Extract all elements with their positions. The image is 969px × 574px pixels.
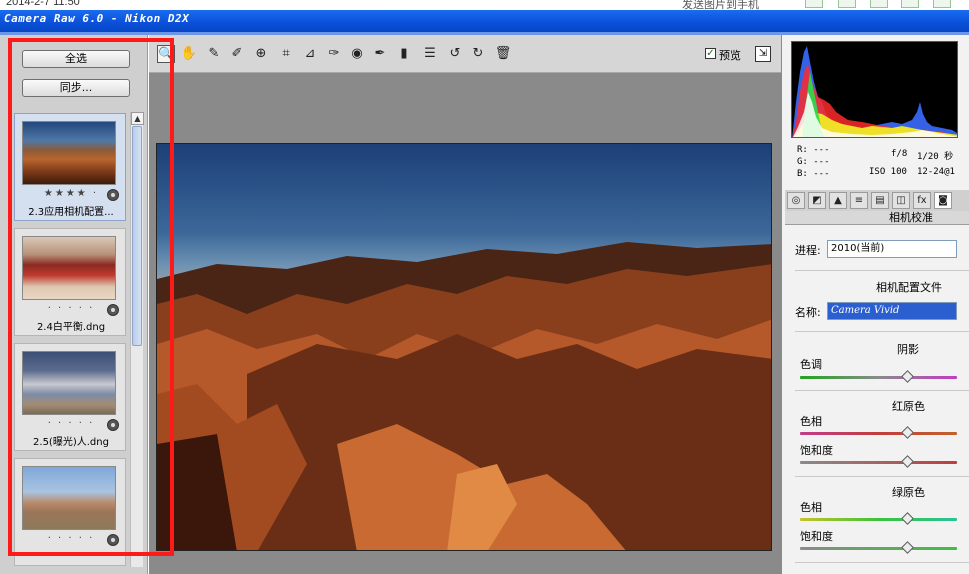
topstrip-button-5[interactable] (933, 0, 951, 8)
graduated-filter-icon[interactable]: ▮ (395, 45, 413, 63)
green-hue-label: 色相 (800, 501, 822, 514)
preferences-icon[interactable]: ☰ (421, 45, 439, 63)
effects-tab-icon[interactable]: fx (913, 192, 931, 209)
iso-value: ISO 100 (869, 167, 907, 177)
rotate-ccw-icon[interactable]: ↺ (446, 45, 464, 63)
main-photo (156, 143, 772, 551)
camera-calibration-tab-icon[interactable]: ◙ (934, 192, 952, 209)
readout-r: R: --- (797, 145, 830, 155)
topstrip-button-4[interactable] (901, 0, 919, 8)
detail-tab-icon[interactable]: ▲ (829, 192, 847, 209)
tool-bar: ✓ 预览 ⇲ 🔍 ✋ ✎ ✐ ⊕ ⌗ ⊿ ✑ ◉ ✒ ▮ ☰ ↺ ↻ 🗑 (149, 35, 781, 73)
targeted-adjustment-tool-icon[interactable]: ⊕ (252, 45, 270, 63)
name-label: 名称: (795, 306, 821, 319)
rotate-cw-icon[interactable]: ↻ (469, 45, 487, 63)
shadow-tint-slider[interactable] (800, 376, 957, 379)
red-primary-title: 红原色 (892, 400, 925, 413)
adjustment-brush-icon[interactable]: ✒ (371, 45, 389, 63)
readout-g: G: --- (797, 157, 830, 167)
datetime-label: 2014-2-7 11:50 (6, 0, 80, 8)
divider (795, 476, 969, 477)
histogram (791, 41, 958, 138)
divider (795, 562, 969, 563)
shadow-tint-label: 色调 (800, 358, 822, 371)
window-title: Camera Raw 6.0 - Nikon D2X (4, 12, 190, 25)
tone-curve-tab-icon[interactable]: ◩ (808, 192, 826, 209)
red-hue-slider[interactable] (800, 432, 957, 435)
red-saturation-label: 饱和度 (800, 444, 833, 457)
aperture-value: f/8 (891, 149, 908, 159)
send-to-phone-link[interactable]: 发送图片到手机 (682, 0, 759, 10)
shadows-title: 阴影 (897, 343, 919, 356)
pixel-readout: R: --- G: --- B: --- f/8 1/20 秒 ISO 100 … (791, 145, 961, 185)
topstrip-button-2[interactable] (838, 0, 856, 8)
red-hue-label: 色相 (800, 415, 822, 428)
window-title-bar: Camera Raw 6.0 - Nikon D2X (0, 10, 969, 35)
crop-tool-icon[interactable]: ⌗ (277, 45, 295, 63)
basic-tab-icon[interactable]: ◎ (787, 192, 805, 209)
camera-profile-title: 相机配置文件 (876, 281, 942, 294)
color-sampler-tool-icon[interactable]: ✐ (228, 45, 246, 63)
divider (795, 270, 969, 271)
topstrip-button-3[interactable] (870, 0, 888, 8)
panel-tabs: ◎ ◩ ▲ ≡ ▤ ◫ fx ◙ (785, 190, 969, 212)
spot-removal-tool-icon[interactable]: ✑ (325, 45, 343, 63)
fullscreen-icon[interactable]: ⇲ (755, 46, 771, 62)
lens-value: 12-24@1 (917, 167, 955, 177)
highlight-box (8, 38, 174, 556)
profile-name-select[interactable]: Camera Vivid (827, 302, 957, 320)
divider (795, 331, 969, 332)
divider (795, 390, 969, 391)
green-primary-title: 绿原色 (892, 486, 925, 499)
process-label: 进程: (795, 244, 821, 257)
green-saturation-slider[interactable] (800, 547, 957, 550)
preview-label: 预览 (719, 49, 741, 62)
split-toning-tab-icon[interactable]: ▤ (871, 192, 889, 209)
white-balance-tool-icon[interactable]: ✎ (205, 45, 223, 63)
red-eye-tool-icon[interactable]: ◉ (348, 45, 366, 63)
hsl-tab-icon[interactable]: ≡ (850, 192, 868, 209)
preview-check-box[interactable]: ✓ (705, 48, 716, 59)
panel-title: 相机校准 (785, 211, 969, 225)
straighten-tool-icon[interactable]: ⊿ (301, 45, 319, 63)
readout-b: B: --- (797, 169, 830, 179)
hand-tool-icon[interactable]: ✋ (180, 45, 198, 63)
top-strip: 2014-2-7 11:50 发送图片到手机 (0, 0, 969, 10)
lens-corrections-tab-icon[interactable]: ◫ (892, 192, 910, 209)
shutter-value: 1/20 秒 (917, 152, 954, 162)
topstrip-button-1[interactable] (805, 0, 823, 8)
green-saturation-label: 饱和度 (800, 530, 833, 543)
green-hue-slider[interactable] (800, 518, 957, 521)
red-saturation-slider[interactable] (800, 461, 957, 464)
process-select[interactable]: 2010(当前) (827, 240, 957, 258)
delete-icon[interactable]: 🗑 (494, 45, 512, 63)
